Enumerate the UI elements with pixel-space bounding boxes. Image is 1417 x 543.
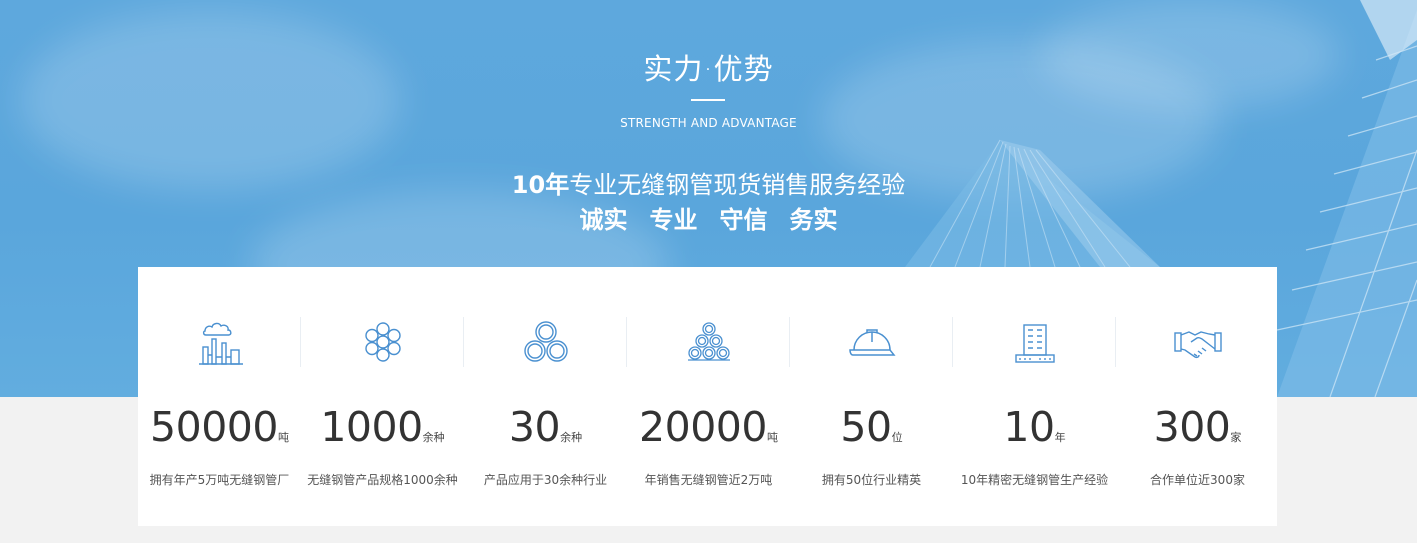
stat-item: 30余种 产品应用于30余种行业 — [464, 267, 627, 526]
stat-unit: 家 — [1230, 431, 1242, 444]
slogan: 10年专业无缝钢管现货销售服务经验 — [0, 168, 1417, 202]
stat-caption: 年销售无缝钢管近2万吨 — [644, 473, 773, 487]
hard-hat-icon — [848, 329, 896, 356]
stat-item: 50位 拥有50位行业精英 — [790, 267, 953, 526]
slogan-text: 专业无缝钢管现货销售服务经验 — [569, 171, 906, 199]
stat-value: 50000 — [150, 403, 278, 451]
stat-item: 10年 10年精密无缝钢管生产经验 — [953, 267, 1116, 526]
stat-item: 50000吨 拥有年产5万吨无缝钢管厂 — [138, 267, 301, 526]
stat-item: 20000吨 年销售无缝钢管近2万吨 — [627, 267, 790, 526]
stat-item: 1000余种 无缝钢管产品规格1000余种 — [301, 267, 464, 526]
motto-trustworthy: 守信 — [719, 206, 768, 234]
stat-value: 20000 — [639, 403, 767, 451]
stat-caption: 合作单位近300家 — [1150, 473, 1245, 487]
stat-unit: 余种 — [422, 431, 445, 444]
stat-value: 30 — [508, 403, 561, 451]
stat-caption: 无缝钢管产品规格1000余种 — [307, 473, 458, 487]
pipe-pile-icon — [687, 322, 730, 361]
stat-unit: 吨 — [766, 431, 778, 444]
stat-caption: 拥有年产5万吨无缝钢管厂 — [149, 473, 290, 487]
motto: 诚实 专业 守信 务实 — [0, 203, 1417, 237]
factory-icon — [198, 322, 243, 365]
stat-caption: 拥有50位行业精英 — [821, 473, 922, 487]
stat-item: 300家 合作单位近300家 — [1116, 267, 1279, 526]
section-title: 实力·优势 — [643, 52, 774, 86]
stat-unit: 吨 — [277, 431, 289, 444]
handshake-icon — [1173, 331, 1222, 359]
stat-value: 300 — [1153, 403, 1231, 451]
motto-practical: 务实 — [789, 206, 838, 234]
building-icon — [1014, 324, 1055, 363]
title-underline — [691, 99, 725, 101]
stat-value: 50 — [840, 403, 892, 451]
stat-unit: 位 — [891, 431, 903, 444]
pipe-stack-icon — [523, 321, 568, 362]
section-subtitle: STRENGTH AND ADVANTAGE — [620, 116, 797, 130]
stat-caption: 产品应用于30余种行业 — [483, 473, 608, 487]
stats-panel: 50000吨 拥有年产5万吨无缝钢管厂 1000余种 无缝钢管产品规格1000余… — [138, 267, 1277, 526]
motto-professional: 专业 — [649, 206, 698, 234]
pipe-cluster-icon — [364, 322, 401, 362]
stat-value: 1000 — [320, 403, 423, 451]
stat-value: 10 — [1003, 403, 1055, 451]
stat-unit: 年 — [1054, 431, 1066, 444]
slogan-number: 10年 — [511, 171, 570, 199]
stat-unit: 余种 — [560, 431, 583, 444]
motto-honest: 诚实 — [579, 206, 628, 234]
stat-caption: 10年精密无缝钢管生产经验 — [960, 473, 1109, 487]
